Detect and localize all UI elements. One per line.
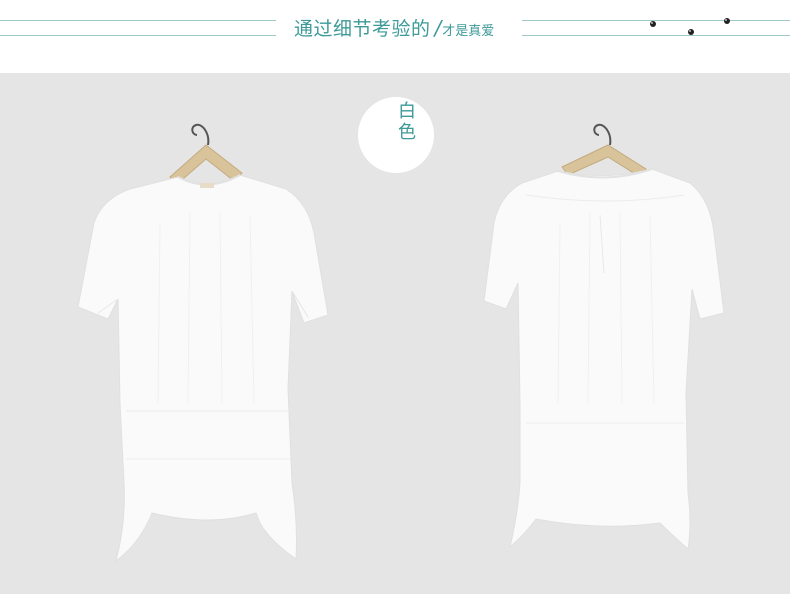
hanger-bar	[561, 144, 647, 178]
header-rule-right	[522, 20, 790, 21]
header-rule-right-2	[522, 35, 790, 36]
color-badge-char: 白	[398, 101, 416, 122]
title-slash: /	[434, 16, 442, 40]
shirt-back-body	[483, 168, 725, 550]
hanger-hook-icon	[593, 123, 612, 146]
shirt-front-body	[77, 174, 329, 563]
color-badge: 白 色	[358, 97, 434, 173]
header-rule-left-2	[0, 35, 276, 36]
header-rule-left	[0, 20, 276, 21]
title-main-text: 通过细节考验的	[294, 18, 431, 40]
decor-dot-icon	[724, 18, 730, 24]
color-badge-label: 白 色	[396, 101, 418, 143]
header-title: 通过细节考验的 / 才是真爱	[294, 14, 494, 40]
shirt-front-image	[77, 123, 329, 563]
shirt-back-image	[483, 123, 725, 550]
section-header: 通过细节考验的 / 才是真爱	[0, 0, 790, 73]
color-badge-char: 色	[398, 122, 416, 143]
title-sub-text: 才是真爱	[442, 24, 495, 39]
product-photo: 白 色	[0, 73, 790, 594]
neck-label	[200, 183, 214, 188]
decor-dot-icon	[688, 29, 694, 35]
decor-dot-icon	[650, 21, 656, 27]
hanger-hook-icon	[191, 123, 210, 146]
